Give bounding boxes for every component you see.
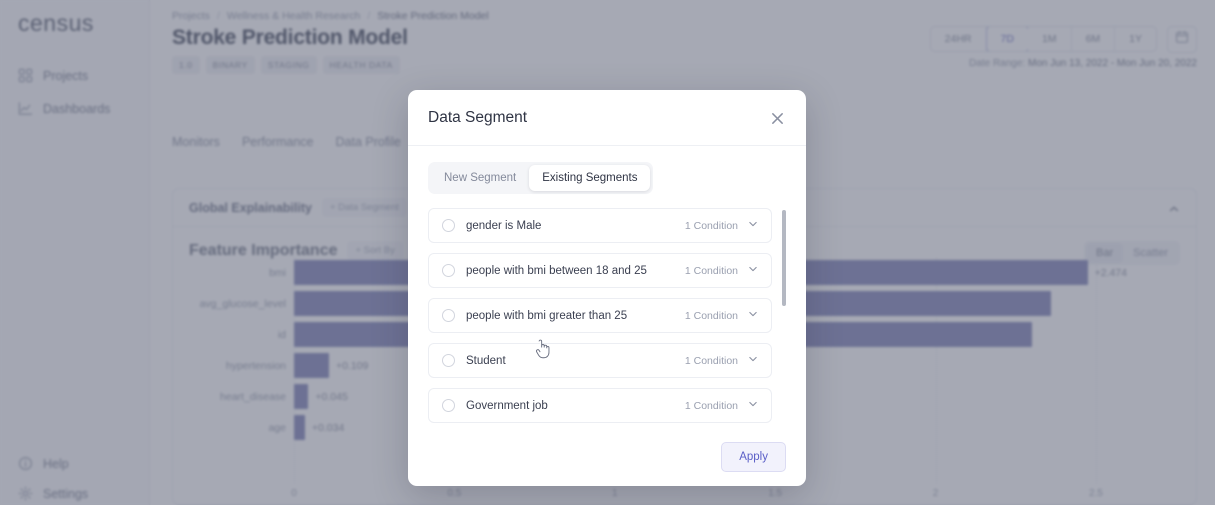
app-root: census Projects Dashboards (0, 0, 1215, 505)
segment-row-meta: 1 Condition (685, 262, 759, 280)
close-icon[interactable] (766, 107, 788, 129)
chevron-down-icon[interactable] (747, 397, 759, 415)
chevron-down-icon[interactable] (747, 262, 759, 280)
data-segment-modal: Data Segment New Segment Existing Segmen… (408, 90, 806, 486)
segment-row[interactable]: gender is Male 1 Condition (428, 208, 772, 243)
segment-label: Government job (466, 399, 548, 412)
segment-row-meta: 1 Condition (685, 217, 759, 235)
list-scrollbar[interactable] (782, 210, 786, 306)
tab-new-segment[interactable]: New Segment (431, 165, 529, 191)
segment-label: Student (466, 354, 506, 367)
segment-radio[interactable] (442, 399, 455, 412)
apply-button[interactable]: Apply (721, 442, 786, 472)
segment-row[interactable]: Student 1 Condition (428, 343, 772, 378)
modal-footer: Apply (408, 428, 806, 486)
segment-radio[interactable] (442, 309, 455, 322)
chevron-down-icon[interactable] (747, 352, 759, 370)
segment-condition-count: 1 Condition (684, 399, 738, 412)
segment-radio[interactable] (442, 219, 455, 232)
segment-tab-group: New Segment Existing Segments (428, 162, 654, 194)
segment-condition-count: 1 Condition (684, 309, 738, 322)
segment-label: people with bmi between 18 and 25 (466, 264, 647, 277)
segment-radio[interactable] (442, 264, 455, 277)
segment-condition-count: 1 Condition (684, 354, 738, 367)
segment-condition-count: 1 Condition (684, 264, 738, 277)
segment-list: gender is Male 1 Condition people with bmi… (428, 208, 786, 428)
segment-row-meta: 1 Condition (685, 307, 759, 325)
segment-label: people with bmi greater than 25 (466, 309, 628, 322)
chevron-down-icon[interactable] (747, 307, 759, 325)
segment-row-meta: 1 Condition (685, 352, 759, 370)
segment-radio[interactable] (442, 354, 455, 367)
modal-body: New Segment Existing Segments gender is … (408, 146, 806, 428)
segment-label: gender is Male (466, 219, 542, 232)
segment-row[interactable]: people with bmi greater than 25 1 Conditi… (428, 298, 772, 333)
segment-row[interactable]: Government job 1 Condition (428, 388, 772, 423)
tab-existing-segments[interactable]: Existing Segments (529, 165, 651, 191)
modal-header: Data Segment (408, 90, 806, 146)
segment-row[interactable]: people with bmi between 18 and 25 1 Condi… (428, 253, 772, 288)
segment-condition-count: 1 Condition (684, 219, 738, 232)
modal-title: Data Segment (428, 108, 528, 126)
segment-row-meta: 1 Condition (685, 397, 759, 415)
chevron-down-icon[interactable] (747, 217, 759, 235)
